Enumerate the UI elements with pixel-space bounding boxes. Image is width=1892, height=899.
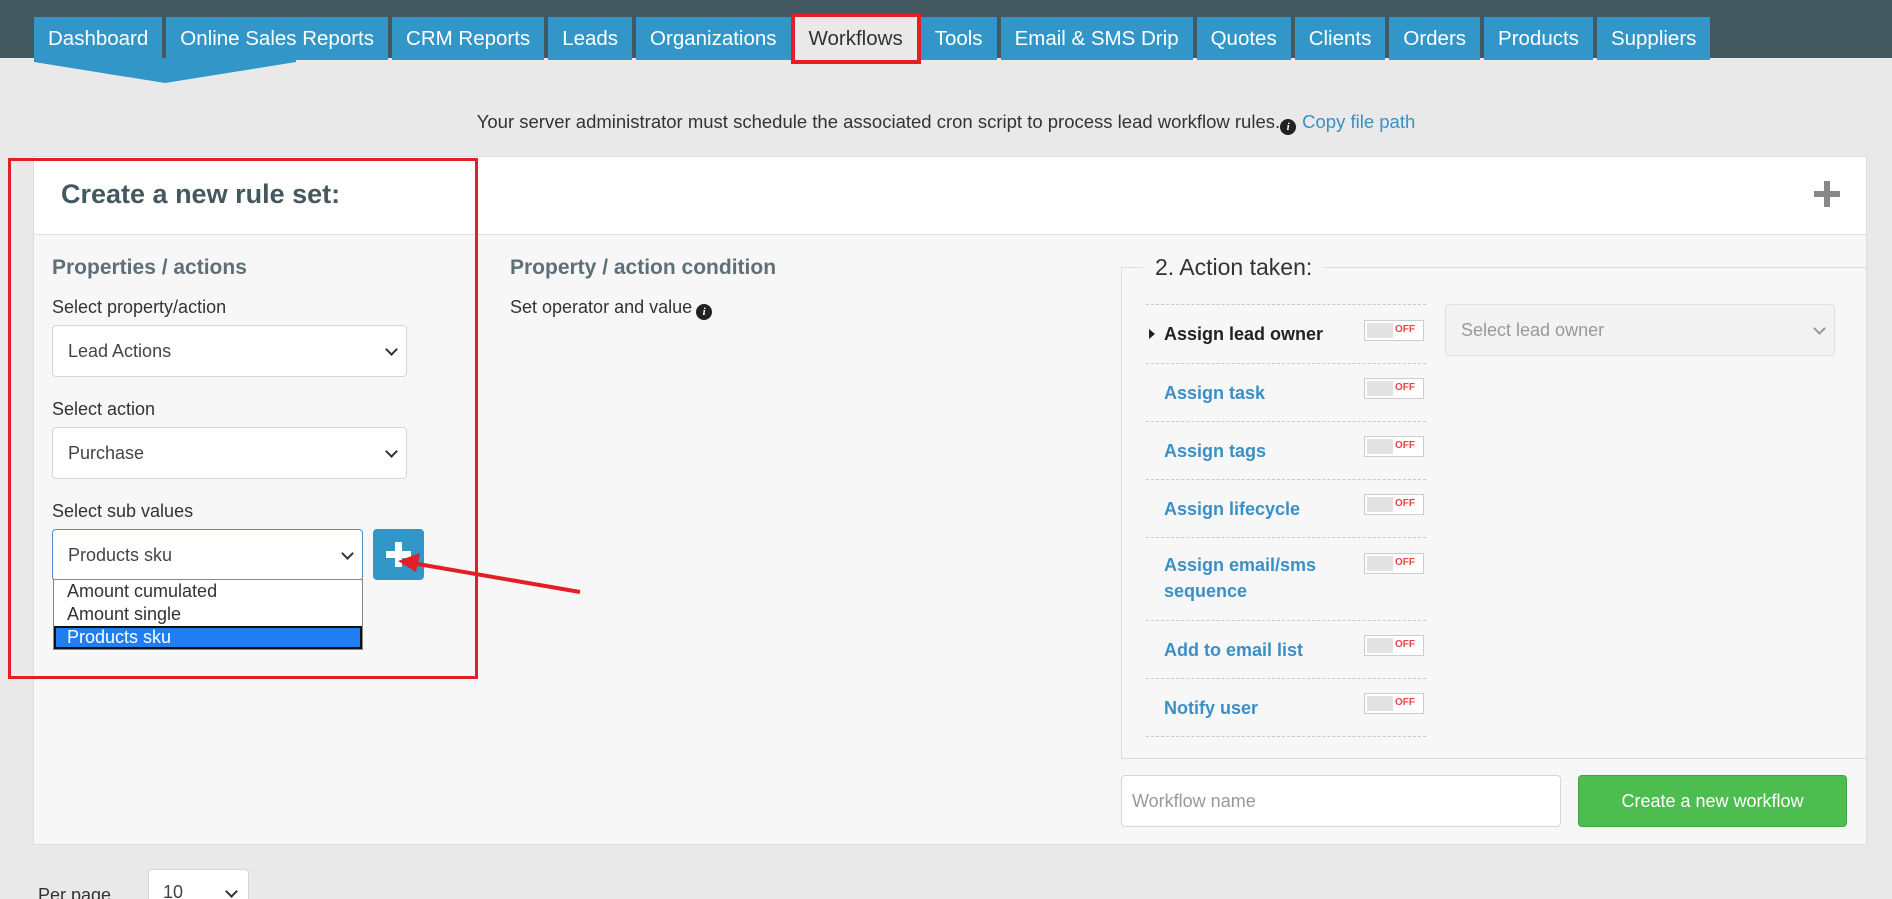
assign-task-label[interactable]: Assign task <box>1164 380 1265 406</box>
info-icon[interactable]: i <box>1280 119 1297 135</box>
toggle-knob <box>1367 497 1393 512</box>
chevron-down-icon <box>385 445 398 458</box>
nav-products[interactable]: Products <box>1484 17 1593 60</box>
nav-orders[interactable]: Orders <box>1389 17 1481 60</box>
toggle-state: OFF <box>1395 324 1415 335</box>
action-row-tags: Assign tags OFF <box>1146 421 1426 479</box>
nav-organizations[interactable]: Organizations <box>636 17 791 60</box>
condition-label: Set operator and value i <box>510 297 713 320</box>
rule-set-card: Create a new rule set: Properties / acti… <box>33 156 1868 845</box>
expand-plus-icon[interactable] <box>1814 181 1840 207</box>
action-row-sequence: Assign email/sms sequence OFF <box>1146 537 1426 620</box>
nav-tools[interactable]: Tools <box>920 17 997 60</box>
toggle-state: OFF <box>1395 639 1415 650</box>
toggle-state: OFF <box>1395 498 1415 509</box>
lead-owner-placeholder: Select lead owner <box>1461 320 1605 340</box>
toggle-state: OFF <box>1395 557 1415 568</box>
action-row-lead-owner: Assign lead owner OFF <box>1146 304 1426 363</box>
sub-values-select[interactable]: Products sku <box>52 529 363 581</box>
toggle-knob <box>1367 381 1393 396</box>
assign-lifecycle-label[interactable]: Assign lifecycle <box>1164 496 1300 522</box>
toggle-state: OFF <box>1395 382 1415 393</box>
action-row-lifecycle: Assign lifecycle OFF <box>1146 479 1426 537</box>
toggle-state: OFF <box>1395 697 1415 708</box>
toggle-knob <box>1367 439 1393 454</box>
chevron-down-icon <box>225 885 238 898</box>
sub-values-dropdown: Amount cumulated Amount single Products … <box>53 579 363 650</box>
card-title: Create a new rule set: <box>61 179 341 209</box>
action-select-value: Purchase <box>68 443 145 463</box>
nav-crm-reports[interactable]: CRM Reports <box>392 17 545 60</box>
actions-legend: 2. Action taken: <box>1143 254 1325 281</box>
add-email-list-label[interactable]: Add to email list <box>1164 637 1303 663</box>
toggle-state: OFF <box>1395 440 1415 451</box>
property-select-value: Lead Actions <box>68 341 172 361</box>
per-page-value: 10 <box>163 882 184 899</box>
assign-tags-label[interactable]: Assign tags <box>1164 438 1266 464</box>
sub-values-select-value: Products sku <box>68 545 173 565</box>
action-select[interactable]: Purchase <box>52 427 407 479</box>
nav-leads[interactable]: Leads <box>548 17 633 60</box>
nav-clients[interactable]: Clients <box>1294 17 1386 60</box>
option-products-sku[interactable]: Products sku <box>54 626 362 649</box>
nav-workflows[interactable]: Workflows <box>790 13 921 64</box>
notify-user-label[interactable]: Notify user <box>1164 695 1258 721</box>
condition-label-text: Set operator and value <box>510 297 693 317</box>
assign-sequence-label-line1: Assign email/sms <box>1164 555 1317 575</box>
assign-lead-owner-toggle[interactable]: OFF <box>1364 320 1424 341</box>
properties-heading: Properties / actions <box>52 256 247 279</box>
chevron-down-icon <box>385 343 398 356</box>
lead-owner-select[interactable]: Select lead owner <box>1445 304 1835 356</box>
assign-tags-toggle[interactable]: OFF <box>1364 436 1424 457</box>
assign-lifecycle-toggle[interactable]: OFF <box>1364 494 1424 515</box>
top-navigation-bar: Dashboard Online Sales Reports CRM Repor… <box>0 0 1892 83</box>
caret-right-icon <box>1149 329 1155 339</box>
chevron-down-icon <box>341 547 354 560</box>
option-amount-cumulated[interactable]: Amount cumulated <box>54 580 362 603</box>
action-label: Select action <box>52 399 156 419</box>
per-page-select[interactable]: 10 <box>148 869 249 899</box>
nav-quotes[interactable]: Quotes <box>1196 17 1291 60</box>
add-sub-value-button[interactable] <box>373 529 424 580</box>
workflow-name-input[interactable] <box>1121 775 1561 827</box>
toggle-knob <box>1367 556 1393 571</box>
toggle-knob <box>1367 696 1393 711</box>
toggle-knob <box>1367 638 1393 653</box>
active-pointer-shape <box>34 58 296 83</box>
nav-suppliers[interactable]: Suppliers <box>1596 17 1711 60</box>
cron-notice: Your server administrator must schedule … <box>0 111 1892 135</box>
cron-notice-text: Your server administrator must schedule … <box>476 111 1281 132</box>
main-nav: Dashboard Online Sales Reports CRM Repor… <box>34 13 1711 64</box>
action-row-task: Assign task OFF <box>1146 363 1426 421</box>
nav-online-sales-reports[interactable]: Online Sales Reports <box>166 17 389 60</box>
nav-dashboard[interactable]: Dashboard <box>34 17 163 60</box>
action-row-email-list: Add to email list OFF <box>1146 620 1426 678</box>
condition-heading: Property / action condition <box>510 256 777 279</box>
assign-task-toggle[interactable]: OFF <box>1364 378 1424 399</box>
property-label: Select property/action <box>52 297 227 317</box>
per-page-label: Per page <box>38 885 112 899</box>
assign-sequence-label-line2: sequence <box>1164 581 1248 601</box>
notify-user-toggle[interactable]: OFF <box>1364 693 1424 714</box>
sub-values-label: Select sub values <box>52 501 194 521</box>
assign-sequence-toggle[interactable]: OFF <box>1364 553 1424 574</box>
create-workflow-button[interactable]: Create a new workflow <box>1578 775 1847 827</box>
property-select[interactable]: Lead Actions <box>52 325 407 377</box>
nav-email-sms-drip[interactable]: Email & SMS Drip <box>1000 17 1193 60</box>
chevron-down-icon <box>1813 322 1826 335</box>
assign-lead-owner-label[interactable]: Assign lead owner <box>1164 321 1323 347</box>
assign-sequence-label[interactable]: Assign email/sms sequence <box>1164 552 1316 604</box>
add-email-list-toggle[interactable]: OFF <box>1364 635 1424 656</box>
toggle-knob <box>1367 323 1393 338</box>
option-amount-single[interactable]: Amount single <box>54 603 362 626</box>
card-header: Create a new rule set: <box>34 157 1866 235</box>
action-row-notify: Notify user OFF <box>1146 678 1426 737</box>
copy-file-path-link[interactable]: Copy file path <box>1302 111 1415 132</box>
info-icon[interactable]: i <box>696 304 713 320</box>
